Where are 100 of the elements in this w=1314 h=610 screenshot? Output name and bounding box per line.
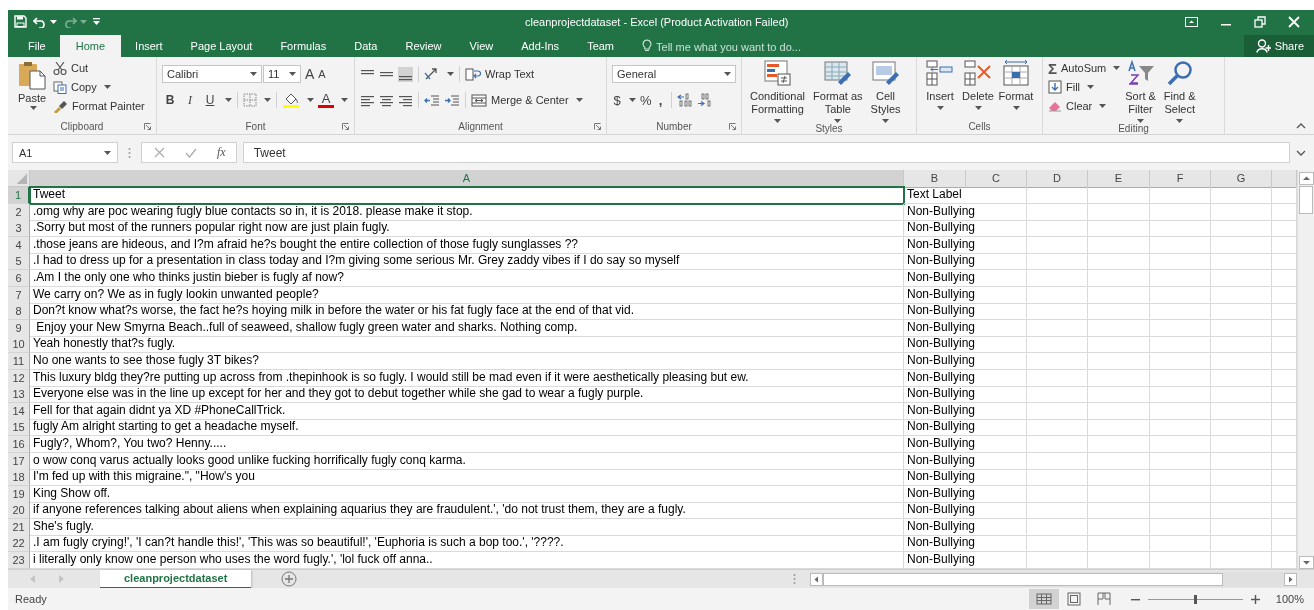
ribbon-tab[interactable]: View [455, 35, 508, 57]
restore-icon[interactable] [1254, 15, 1266, 28]
scrollbar-thumb[interactable] [1299, 186, 1313, 214]
caret-icon[interactable] [1176, 119, 1184, 123]
find-select-button[interactable]: Find & Select [1160, 60, 1199, 123]
dialog-launcher-icon[interactable] [729, 123, 736, 130]
ribbon-tab[interactable]: Insert [121, 35, 177, 57]
caret-icon[interactable] [50, 19, 57, 24]
caret-icon[interactable] [341, 98, 348, 102]
shrink-font-button[interactable]: A [318, 68, 326, 80]
align-bottom-icon[interactable] [398, 66, 413, 82]
dialog-launcher-icon[interactable] [144, 123, 151, 130]
row-header[interactable]: 1 [8, 187, 30, 204]
caret-icon[interactable] [834, 119, 842, 123]
cells-button[interactable]: Delete [960, 60, 996, 119]
ribbon-display-icon[interactable] [1185, 16, 1198, 27]
caret-icon[interactable] [1087, 85, 1095, 89]
column-header[interactable]: G [1211, 170, 1272, 188]
row-header[interactable]: 3 [8, 220, 30, 238]
dialog-launcher-icon[interactable] [342, 123, 349, 130]
caret-icon[interactable] [1012, 106, 1020, 110]
scroll-left-icon[interactable] [810, 572, 823, 586]
zoom-in-icon[interactable] [1250, 594, 1260, 604]
formula-field[interactable]: Tweet [242, 142, 1290, 163]
caret-icon[interactable] [1113, 66, 1121, 70]
number-format-field[interactable]: General [612, 65, 736, 83]
caret-icon[interactable] [104, 150, 111, 155]
insert-function-button[interactable]: fx [217, 145, 226, 160]
ribbon-tab[interactable]: Formulas [266, 35, 341, 57]
grip-dots-icon[interactable] [793, 573, 796, 585]
column-header[interactable]: B [904, 170, 966, 188]
column-header[interactable]: F [1150, 170, 1211, 188]
row-header[interactable]: 8 [8, 303, 30, 321]
wrap-text-button[interactable]: Wrap Text [465, 66, 535, 82]
fill-button[interactable]: Fill [1048, 79, 1121, 95]
expand-formula-icon[interactable] [1296, 149, 1306, 156]
ribbon-tab[interactable]: Home [59, 35, 122, 57]
tell-me-field[interactable]: Tell me what you want to do... [656, 37, 847, 57]
sort-filter-button[interactable]: Sort & Filter [1122, 60, 1159, 123]
text-orientation-icon[interactable] [424, 67, 440, 81]
bold-button[interactable]: B [162, 93, 178, 107]
scroll-up-icon[interactable] [1298, 172, 1314, 185]
row-header[interactable]: 23 [8, 552, 30, 570]
caret-icon[interactable] [225, 98, 232, 102]
collapse-ribbon-icon[interactable] [1296, 123, 1306, 129]
row-header[interactable]: 10 [8, 336, 30, 354]
caret-icon[interactable] [882, 119, 890, 123]
caret-icon[interactable] [774, 119, 781, 123]
scrollbar-thumb[interactable] [823, 572, 1223, 586]
caret-icon[interactable] [629, 98, 636, 102]
cells-button[interactable]: Format [998, 60, 1034, 119]
name-box[interactable]: A1 [12, 142, 118, 163]
row-header[interactable]: 13 [8, 386, 30, 404]
style-button[interactable]: Cell Styles [867, 60, 904, 123]
underline-button[interactable]: U [202, 93, 218, 107]
column-header[interactable]: C [966, 170, 1027, 188]
decrease-decimal-icon[interactable] [696, 93, 713, 107]
grow-font-button[interactable]: A [305, 66, 315, 82]
column-header[interactable]: E [1088, 170, 1150, 188]
caret-icon[interactable] [974, 106, 982, 110]
caret-icon[interactable] [264, 98, 271, 102]
caret-icon[interactable] [103, 85, 111, 89]
new-sheet-icon[interactable] [281, 571, 298, 587]
horizontal-scrollbar[interactable] [810, 571, 1297, 587]
fill-color-icon[interactable] [282, 92, 300, 108]
row-header[interactable]: 18 [8, 469, 30, 487]
caret-icon[interactable] [1099, 104, 1107, 108]
caret-icon[interactable] [30, 106, 37, 110]
caret-icon[interactable] [724, 72, 731, 76]
currency-button[interactable]: $ [612, 92, 622, 108]
ribbon-tab[interactable]: Data [340, 35, 392, 57]
increase-indent-icon[interactable] [444, 93, 460, 107]
caret-icon[interactable] [307, 98, 314, 102]
cells-button[interactable]: Insert [922, 60, 958, 119]
normal-view-button[interactable] [1028, 589, 1059, 609]
row-header[interactable]: 5 [8, 253, 30, 271]
percent-button[interactable]: % [640, 92, 652, 108]
close-icon[interactable] [1288, 15, 1300, 28]
style-button[interactable]: Format as Table [810, 60, 866, 123]
font-size-field[interactable]: 11 [263, 65, 301, 83]
enter-check-icon[interactable] [185, 147, 197, 158]
scroll-right-icon[interactable] [1284, 572, 1297, 586]
row-header[interactable]: 15 [8, 419, 30, 437]
comma-style-button[interactable]: , [655, 92, 666, 108]
decrease-indent-icon[interactable] [424, 93, 440, 107]
ribbon-tab[interactable]: Page Layout [176, 35, 267, 57]
ribbon-tab[interactable]: Team [573, 35, 629, 57]
caret-icon[interactable] [575, 98, 583, 102]
italic-button[interactable]: I [182, 92, 198, 108]
vertical-scrollbar[interactable] [1297, 170, 1314, 569]
copy-button[interactable]: Copy [53, 79, 145, 95]
column-header[interactable]: D [1027, 170, 1088, 188]
caret-icon[interactable] [936, 106, 944, 110]
dialog-launcher-icon[interactable] [594, 123, 601, 130]
row-header[interactable]: 22 [8, 535, 30, 553]
ribbon-tab[interactable]: File [14, 35, 60, 57]
undo-icon[interactable] [33, 15, 47, 28]
ribbon-tab[interactable]: Review [391, 35, 456, 57]
caret-icon[interactable] [447, 72, 454, 76]
save-icon[interactable] [14, 15, 27, 28]
